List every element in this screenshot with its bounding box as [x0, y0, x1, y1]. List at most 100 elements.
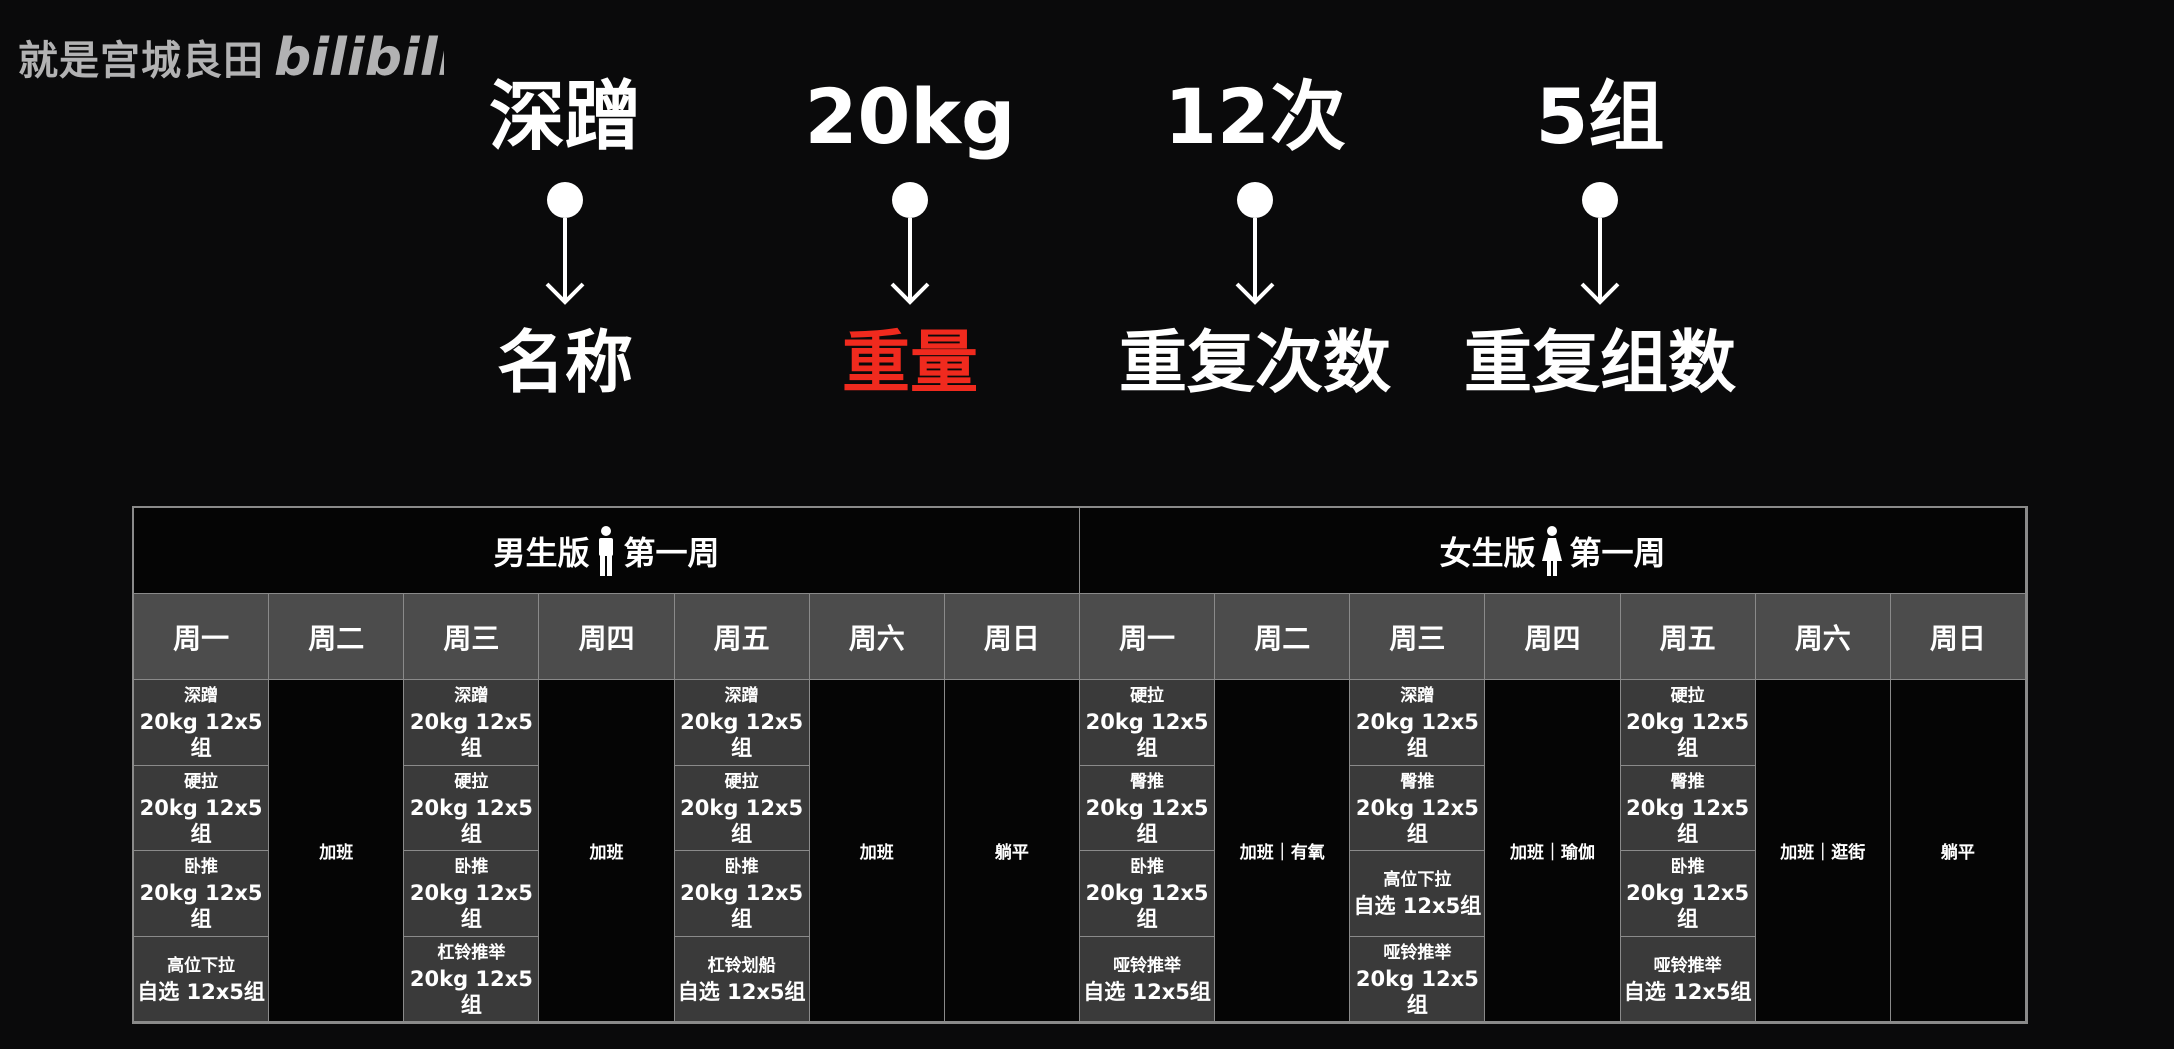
version-label: 男生版 [493, 533, 590, 572]
day-header: 周日 [944, 594, 1080, 680]
exercise-cell: 臀推 20kg 12x5组 [1620, 765, 1756, 851]
women-version-title: 女生版 第一周 [1079, 508, 2026, 594]
term-example: 20kg [804, 72, 1016, 161]
weekly-training-plan: 男生版 第一周 女生版 第一周 周一 周二 周三 周四 周五 周六 周日 周一 周二 周三 周四 周五 周六 周日… [132, 506, 2028, 1024]
channel-name: 就是宫城良田 [18, 38, 264, 84]
exercise-cell: 哑铃推举 20kg 12x5组 [1350, 936, 1486, 1022]
arrow-down-icon [1235, 182, 1275, 305]
rest-day-cell: 躺平 [1890, 680, 2026, 1022]
term-item: 12次重复次数 [1075, 62, 1435, 414]
exercise-name: 深蹭 [454, 686, 489, 707]
exercise-name: 杠铃划船 [707, 955, 776, 976]
exercise-name: 深蹭 [184, 686, 219, 707]
term-item: 5组重复组数 [1420, 62, 1780, 414]
exercise-cell: 卧推 20kg 12x5组 [134, 851, 270, 937]
exercise-cell: 卧推 20kg 12x5组 [404, 851, 540, 937]
exercise-detail: 20kg 12x5组 [409, 710, 533, 761]
rest-day-cell: 加班｜瑜伽 [1485, 680, 1621, 1022]
exercise-name: 卧推 [1130, 857, 1165, 878]
exercise-detail: 20kg 12x5组 [1085, 710, 1209, 761]
exercise-cell: 卧推 20kg 12x5组 [1079, 851, 1216, 937]
channel-watermark: 就是宫城良田 bilibili [18, 22, 444, 92]
term-item: 深蹭 名称 [385, 62, 745, 414]
exercise-name: 哑铃推举 [1653, 955, 1722, 976]
term-meaning: 重复组数 [1463, 324, 1736, 403]
term-example: 5组 [1535, 72, 1665, 161]
exercise-name: 高位下拉 [167, 955, 236, 976]
day-header: 周五 [674, 594, 810, 680]
exercise-detail: 20kg 12x5组 [1085, 881, 1209, 932]
exercise-detail: 20kg 12x5组 [409, 966, 533, 1017]
exercise-name: 哑铃推举 [1383, 942, 1452, 963]
female-person-icon [1542, 525, 1563, 576]
exercise-cell: 杠铃划船 自选 12x5组 [674, 936, 810, 1022]
exercise-cell: 深蹭 20kg 12x5组 [674, 680, 810, 766]
exercise-cell: 哑铃推举自选 12x5组 [1620, 936, 1756, 1022]
men-version-title: 男生版 第一周 [134, 508, 1080, 594]
day-header: 周二 [269, 594, 405, 680]
day-header: 周五 [1620, 594, 1756, 680]
term-meaning: 重复次数 [1118, 324, 1391, 403]
exercise-detail: 自选 12x5组 [1353, 894, 1482, 919]
exercise-name: 卧推 [724, 857, 759, 878]
exercise-cell: 臀推 20kg 12x5组 [1079, 765, 1216, 851]
exercise-name: 哑铃推举 [1113, 955, 1182, 976]
arrow-down-icon [545, 182, 585, 305]
rest-day-cell: 加班 [269, 680, 405, 1022]
exercise-cell: 高位下拉自选 12x5组 [1350, 851, 1486, 937]
exercise-name: 硬拉 [184, 771, 219, 792]
exercise-detail: 20kg 12x5组 [139, 881, 263, 932]
exercise-cell: 高位下拉自选 12x5组 [134, 936, 270, 1022]
term-item: 20kg 重量 [730, 62, 1090, 414]
day-header: 周六 [809, 594, 945, 680]
rest-day-cell: 加班 [539, 680, 675, 1022]
exercise-name: 硬拉 [454, 771, 489, 792]
day-header: 周四 [539, 594, 675, 680]
term-meaning: 名称 [496, 324, 633, 403]
exercise-detail: 20kg 12x5组 [1355, 966, 1479, 1017]
exercise-name: 深蹭 [724, 686, 759, 707]
week-label: 第一周 [623, 533, 720, 572]
exercise-detail: 20kg 12x5组 [1626, 710, 1750, 761]
day-header: 周二 [1215, 594, 1351, 680]
exercise-detail: 自选 12x5组 [1083, 979, 1211, 1004]
exercise-detail: 20kg 12x5组 [680, 710, 804, 761]
exercise-cell: 卧推 20kg 12x5组 [1620, 851, 1756, 937]
exercise-detail: 自选 12x5组 [1623, 979, 1752, 1004]
exercise-detail: 20kg 12x5组 [1355, 795, 1479, 846]
exercise-cell: 硬拉 20kg 12x5组 [404, 765, 540, 851]
exercise-name: 硬拉 [724, 771, 759, 792]
exercise-cell: 深蹭 20kg 12x5组 [134, 680, 270, 766]
exercise-detail: 自选 12x5组 [137, 979, 265, 1004]
exercise-name: 深蹭 [1400, 686, 1435, 707]
rest-day-cell: 躺平 [944, 680, 1080, 1022]
term-example: 12次 [1164, 72, 1346, 161]
exercise-name: 卧推 [454, 857, 489, 878]
exercise-cell: 深蹭 20kg 12x5组 [1350, 680, 1486, 766]
exercise-detail: 20kg 12x5组 [409, 795, 533, 846]
exercise-cell: 臀推 20kg 12x5组 [1350, 765, 1486, 851]
arrow-down-icon [890, 182, 930, 305]
exercise-detail: 20kg 12x5组 [1355, 710, 1479, 761]
day-header: 周一 [134, 594, 270, 680]
exercise-name: 硬拉 [1670, 686, 1705, 707]
exercise-detail: 20kg 12x5组 [409, 881, 533, 932]
exercise-cell: 硬拉 20kg 12x5组 [674, 765, 810, 851]
exercise-detail: 20kg 12x5组 [139, 795, 263, 846]
exercise-detail: 20kg 12x5组 [680, 881, 804, 932]
day-header: 周三 [1350, 594, 1486, 680]
rest-day-cell: 加班｜有氧 [1215, 680, 1351, 1022]
exercise-cell: 杠铃推举 20kg 12x5组 [404, 936, 540, 1022]
exercise-cell: 卧推 20kg 12x5组 [674, 851, 810, 937]
exercise-cell: 硬拉 20kg 12x5组 [1079, 680, 1216, 766]
day-header: 周四 [1485, 594, 1621, 680]
exercise-name: 硬拉 [1130, 686, 1165, 707]
exercise-name: 臀推 [1670, 771, 1705, 792]
exercise-cell: 哑铃推举自选 12x5组 [1079, 936, 1216, 1022]
version-label: 女生版 [1439, 533, 1536, 572]
male-person-icon [599, 525, 614, 576]
day-header: 周六 [1755, 594, 1891, 680]
term-meaning: 重量 [841, 324, 978, 403]
exercise-name: 臀推 [1400, 771, 1435, 792]
exercise-name: 高位下拉 [1383, 870, 1452, 891]
